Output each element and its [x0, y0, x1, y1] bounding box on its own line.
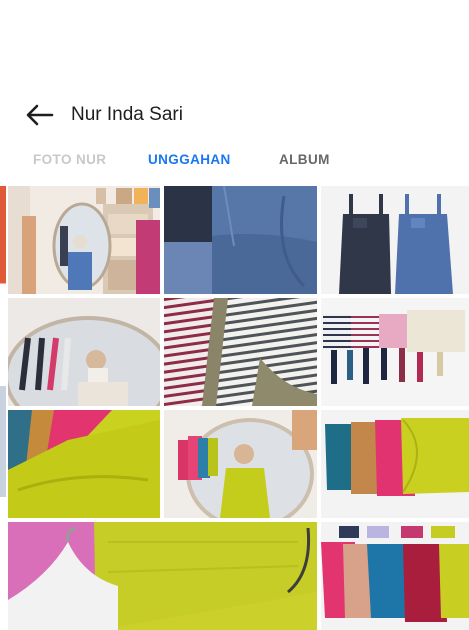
photo-thumbnail[interactable]	[8, 522, 317, 630]
page-title: Nur Inda Sari	[71, 104, 183, 125]
photo-thumbnail[interactable]	[8, 298, 160, 406]
photo-thumbnail[interactable]	[8, 186, 160, 294]
photo-thumbnail[interactable]	[321, 522, 469, 630]
tab-bar: FOTO NUR UNGGAHAN ALBUM	[0, 152, 469, 174]
photo-thumbnail[interactable]	[8, 410, 160, 518]
photo-thumbnail[interactable]	[321, 186, 469, 294]
photo-thumbnail[interactable]	[321, 410, 469, 518]
tab-album[interactable]: ALBUM	[279, 152, 330, 167]
arrow-left-icon[interactable]	[24, 103, 56, 127]
tab-unggahan[interactable]: UNGGAHAN	[148, 152, 231, 167]
photo-grid	[8, 186, 469, 630]
previous-screen-edge	[0, 186, 6, 630]
photo-thumbnail[interactable]	[164, 410, 317, 518]
tab-foto-nur[interactable]: FOTO NUR	[33, 152, 106, 167]
photo-thumbnail[interactable]	[321, 298, 469, 406]
photo-thumbnail[interactable]	[164, 186, 317, 294]
header: Nur Inda Sari	[0, 98, 469, 132]
photo-thumbnail[interactable]	[164, 298, 317, 406]
